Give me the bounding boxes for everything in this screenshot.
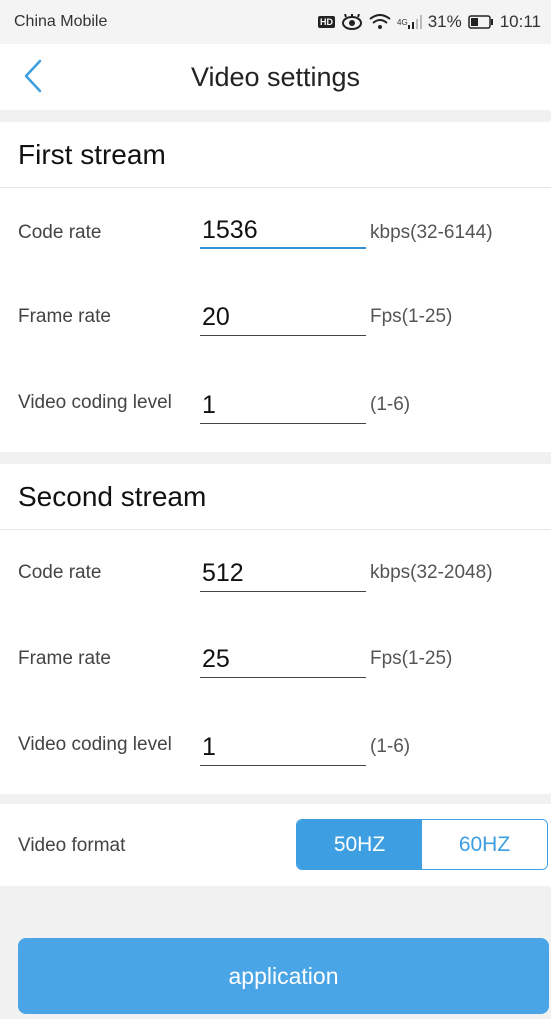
format-60hz-option[interactable]: 60HZ (422, 820, 547, 869)
first-coding-level-row: Video coding level (1-6) (0, 358, 551, 442)
coding-level-unit: (1-6) (370, 736, 411, 757)
second-code-rate-row: Code rate kbps(32-2048) (0, 530, 551, 614)
status-icons: HD 4G 31% 10:11 (318, 12, 541, 32)
coding-level-label: Video coding level (18, 392, 172, 413)
second-code-rate-input[interactable] (200, 556, 366, 592)
section-divider (0, 452, 551, 464)
first-frame-rate-row: Frame rate Fps(1-25) (0, 274, 551, 358)
first-coding-level-input[interactable] (200, 388, 366, 424)
format-50hz-option[interactable]: 50HZ (297, 820, 422, 869)
frame-rate-label: Frame rate (18, 306, 111, 327)
code-rate-unit: kbps(32-2048) (370, 562, 493, 583)
second-coding-level-row: Video coding level (1-6) (0, 700, 551, 784)
first-code-rate-row: Code rate kbps(32-6144) (0, 190, 551, 274)
second-frame-rate-input[interactable] (200, 642, 366, 678)
status-bar: China Mobile HD 4G 31% 10:11 (0, 0, 551, 44)
first-frame-rate-input[interactable] (200, 300, 366, 336)
section-divider (0, 794, 551, 804)
second-frame-rate-row: Frame rate Fps(1-25) (0, 616, 551, 700)
wifi-icon (369, 14, 391, 30)
nav-bar: Video settings (0, 44, 551, 110)
coding-level-unit: (1-6) (370, 394, 411, 415)
second-stream-title: Second stream (0, 464, 551, 530)
second-coding-level-input[interactable] (200, 730, 366, 766)
coding-level-label: Video coding level (18, 734, 172, 755)
apply-button[interactable]: application (18, 938, 549, 1014)
battery-percent: 31% (427, 12, 462, 31)
clock: 10:11 (499, 12, 541, 31)
network-type: 4G (397, 17, 408, 27)
back-button[interactable] (18, 57, 58, 97)
section-divider (0, 110, 551, 122)
first-stream-title: First stream (0, 122, 551, 188)
frame-rate-label: Frame rate (18, 648, 111, 669)
frame-rate-unit: Fps(1-25) (370, 306, 453, 327)
code-rate-label: Code rate (18, 222, 102, 243)
signal-icon: 4G (397, 15, 422, 29)
page-title: Video settings (190, 61, 361, 92)
eye-icon (341, 14, 363, 30)
frame-rate-unit: Fps(1-25) (370, 648, 453, 669)
video-format-toggle: 50HZ 60HZ (296, 819, 548, 870)
carrier-name: China Mobile (14, 13, 108, 30)
video-format-label: Video format (18, 835, 126, 856)
chevron-left-icon (24, 59, 42, 93)
hd-badge: HD (318, 16, 336, 28)
code-rate-unit: kbps(32-6144) (370, 222, 493, 243)
code-rate-label: Code rate (18, 562, 102, 583)
first-code-rate-input[interactable] (200, 213, 366, 249)
battery-icon (467, 15, 494, 29)
